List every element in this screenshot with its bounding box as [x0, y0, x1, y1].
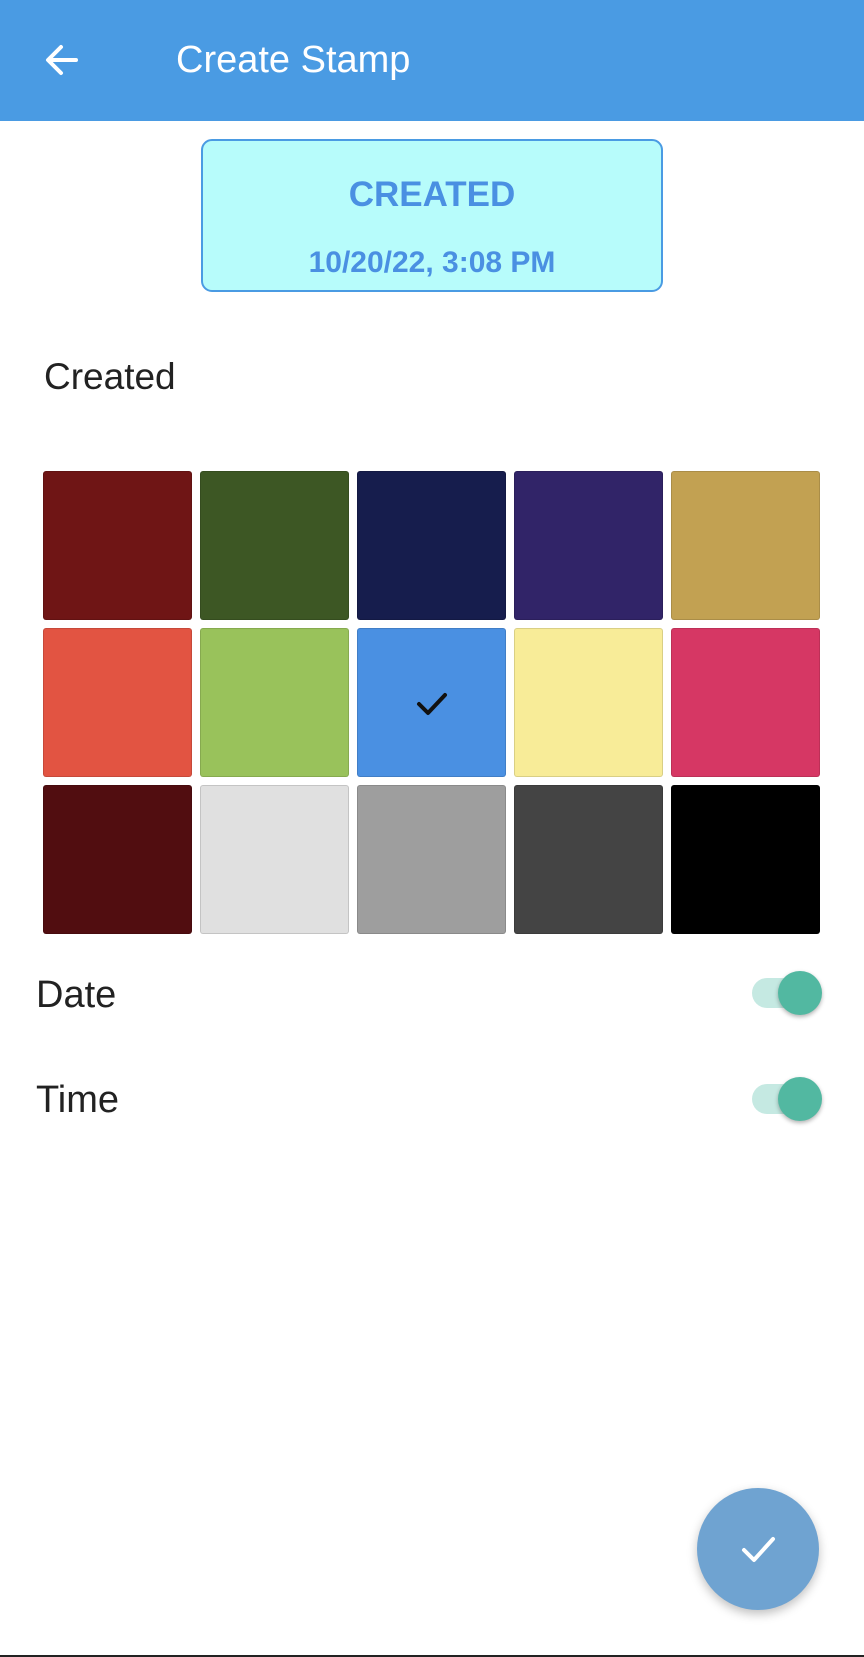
color-swatch[interactable] [514, 628, 663, 777]
stamp-text-input[interactable] [44, 352, 820, 402]
create-stamp-screen: Create Stamp CREATED 10/20/22, 3:08 PM D… [0, 0, 864, 1657]
color-swatch[interactable] [43, 785, 192, 934]
stamp-preview: CREATED 10/20/22, 3:08 PM [201, 139, 663, 292]
color-swatch[interactable] [357, 785, 506, 934]
toggle-knob [778, 971, 822, 1015]
color-swatch[interactable] [43, 628, 192, 777]
back-button[interactable] [30, 30, 94, 90]
color-swatch[interactable] [357, 628, 506, 777]
toggle-switch[interactable] [750, 970, 824, 1016]
color-swatch[interactable] [200, 471, 349, 620]
color-swatch[interactable] [514, 785, 663, 934]
color-swatch[interactable] [200, 785, 349, 934]
arrow-left-icon [46, 45, 78, 75]
color-swatch[interactable] [671, 785, 820, 934]
toggle-switch[interactable] [750, 1076, 824, 1122]
color-swatch[interactable] [514, 471, 663, 620]
stamp-preview-title: CREATED [348, 175, 516, 214]
page-title: Create Stamp [176, 39, 411, 81]
app-bar: Create Stamp [0, 0, 864, 121]
stamp-preview-datetime: 10/20/22, 3:08 PM [308, 246, 556, 279]
color-swatch[interactable] [200, 628, 349, 777]
color-swatch[interactable] [671, 628, 820, 777]
color-swatch[interactable] [671, 471, 820, 620]
confirm-fab-button[interactable] [697, 1488, 819, 1610]
toggle-knob [778, 1077, 822, 1121]
color-swatch[interactable] [43, 471, 192, 620]
check-icon [742, 1537, 775, 1562]
check-icon [416, 692, 447, 715]
color-swatch[interactable] [357, 471, 506, 620]
toggle-label-1: Time [36, 1079, 120, 1121]
toggle-label-0: Date [36, 974, 117, 1016]
